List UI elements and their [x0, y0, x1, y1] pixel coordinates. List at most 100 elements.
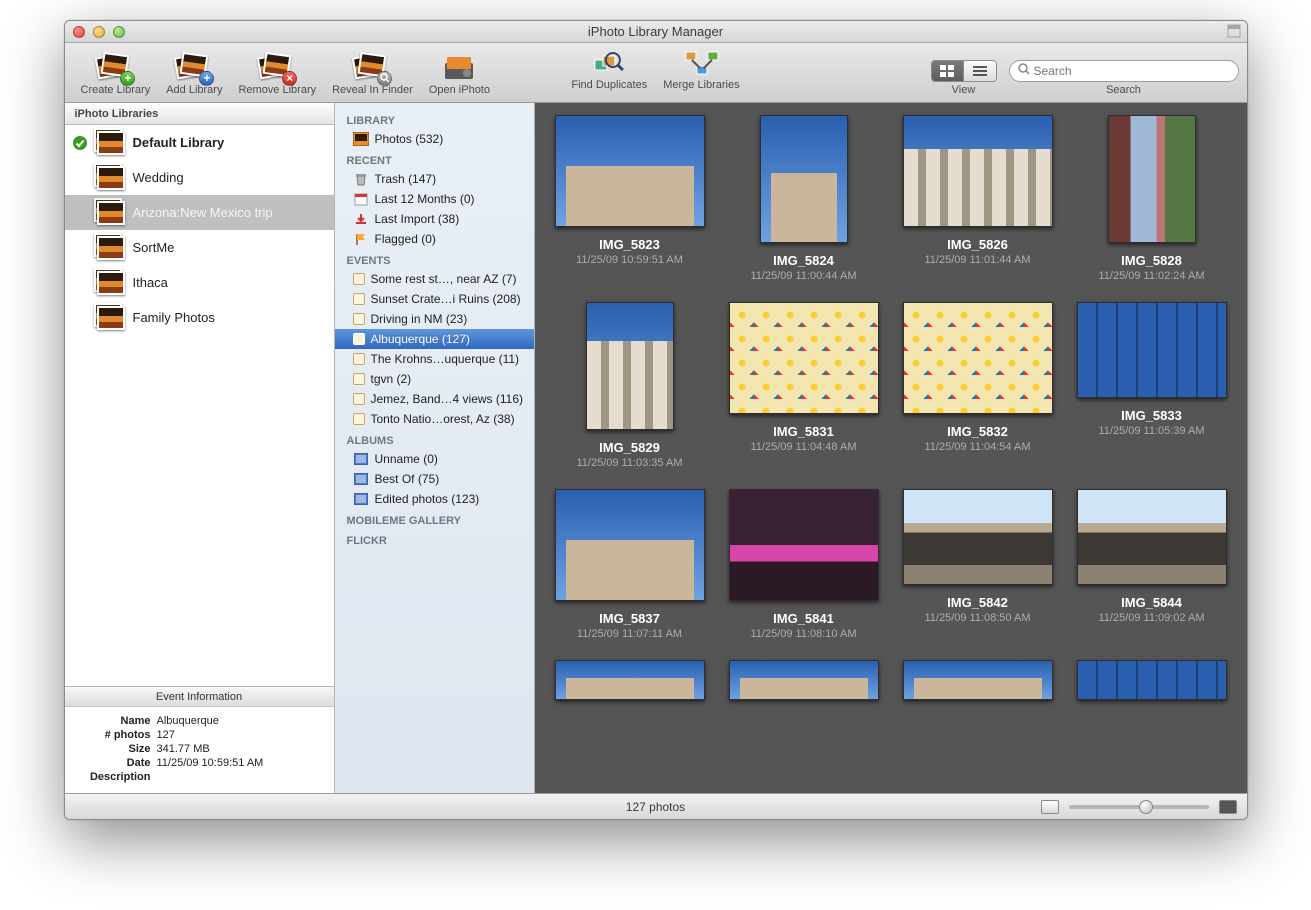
- album-icon: [353, 452, 369, 466]
- thumbnail-image: [729, 489, 879, 601]
- thumbnail-name: IMG_5824: [773, 253, 834, 268]
- library-row[interactable]: Default Library: [65, 125, 334, 160]
- album-icon: [353, 492, 369, 506]
- library-row[interactable]: Family Photos: [65, 300, 334, 335]
- search-input[interactable]: [1034, 64, 1230, 78]
- source-item-label: Photos (532): [375, 132, 444, 146]
- thumbnail-date: 11/25/09 11:01:44 AM: [924, 254, 1030, 266]
- add-library-button[interactable]: + Add Library: [158, 45, 230, 102]
- source-item[interactable]: Last Import (38): [335, 209, 534, 229]
- library-name: Ithaca: [133, 275, 168, 290]
- source-item[interactable]: Photos (532): [335, 129, 534, 149]
- zoom-slider-knob[interactable]: [1139, 800, 1153, 814]
- library-name: Wedding: [133, 170, 184, 185]
- source-item[interactable]: Tonto Natio…orest, Az (38): [335, 409, 534, 429]
- toolbar-label: Find Duplicates: [571, 79, 647, 91]
- thumbnail[interactable]: IMG_582311/25/09 10:59:51 AM: [551, 115, 709, 282]
- library-checked-icon: [71, 135, 89, 151]
- library-name: Family Photos: [133, 310, 215, 325]
- thumbnail[interactable]: [725, 660, 883, 700]
- thumbnail-image: [555, 489, 705, 601]
- thumbnail-image: [903, 115, 1053, 227]
- titlebar: iPhoto Library Manager: [65, 21, 1247, 43]
- source-item[interactable]: Jemez, Band…4 views (116): [335, 389, 534, 409]
- thumbnail[interactable]: IMG_583711/25/09 11:07:11 AM: [551, 489, 709, 640]
- thumbnail-date: 11/25/09 11:07:11 AM: [577, 628, 682, 640]
- thumbnail-image: [1077, 660, 1227, 700]
- library-row[interactable]: Ithaca: [65, 265, 334, 300]
- thumbnail[interactable]: IMG_582411/25/09 11:00:44 AM: [725, 115, 883, 282]
- source-item[interactable]: Sunset Crate…i Ruins (208): [335, 289, 534, 309]
- grid-view-button[interactable]: [932, 61, 964, 81]
- thumbnail[interactable]: IMG_583111/25/09 11:04:48 AM: [725, 302, 883, 469]
- thumbnail[interactable]: IMG_582911/25/09 11:03:35 AM: [551, 302, 709, 469]
- source-item[interactable]: Albuquerque (127): [335, 329, 534, 349]
- library-name: SortMe: [133, 240, 175, 255]
- source-item-label: Last Import (38): [375, 212, 460, 226]
- thumbnail[interactable]: IMG_583311/25/09 11:05:39 AM: [1073, 302, 1231, 469]
- thumbnail-image: [1077, 489, 1227, 585]
- source-item[interactable]: Trash (147): [335, 169, 534, 189]
- thumbnail[interactable]: IMG_582611/25/09 11:01:44 AM: [899, 115, 1057, 282]
- info-value-name: Albuquerque: [157, 715, 219, 727]
- event-checkbox-icon[interactable]: [353, 333, 365, 345]
- thumbnail-image: [555, 660, 705, 700]
- source-item[interactable]: Best Of (75): [335, 469, 534, 489]
- toolbar-label: Add Library: [166, 84, 222, 96]
- event-checkbox-icon[interactable]: [353, 413, 365, 425]
- thumbnail-name: IMG_5841: [773, 611, 834, 626]
- thumbnail-image: [903, 489, 1053, 585]
- source-item[interactable]: Edited photos (123): [335, 489, 534, 509]
- thumbnail[interactable]: IMG_584411/25/09 11:09:02 AM: [1073, 489, 1231, 640]
- statusbar: 127 photos: [65, 793, 1247, 819]
- thumbnail[interactable]: [1073, 660, 1231, 700]
- event-checkbox-icon[interactable]: [353, 313, 365, 325]
- event-checkbox-icon[interactable]: [353, 373, 365, 385]
- thumbnail-date: 11/25/09 11:04:54 AM: [924, 441, 1030, 453]
- toolbar-left-group: + Create Library + Add Library × Remove …: [73, 45, 498, 102]
- source-item[interactable]: The Krohns…uquerque (11): [335, 349, 534, 369]
- thumbnail-image: [760, 115, 848, 243]
- list-view-button[interactable]: [964, 61, 996, 81]
- view-label: View: [952, 84, 976, 96]
- source-item-label: Tonto Natio…orest, Az (38): [371, 412, 515, 426]
- source-item[interactable]: Flagged (0): [335, 229, 534, 249]
- event-checkbox-icon[interactable]: [353, 293, 365, 305]
- source-group-flickr: FLICKR: [335, 529, 534, 549]
- thumbnail[interactable]: IMG_584211/25/09 11:08:50 AM: [899, 489, 1057, 640]
- source-group-recent: RECENT: [335, 149, 534, 169]
- toolbar-toggle-icon[interactable]: [1227, 24, 1241, 38]
- source-item[interactable]: Some rest st…, near AZ (7): [335, 269, 534, 289]
- thumbnail-date: 11/25/09 11:02:24 AM: [1098, 270, 1204, 282]
- event-checkbox-icon[interactable]: [353, 393, 365, 405]
- zoom-slider[interactable]: [1069, 805, 1209, 809]
- thumbnail[interactable]: IMG_583211/25/09 11:04:54 AM: [899, 302, 1057, 469]
- thumbnail[interactable]: [899, 660, 1057, 700]
- find-duplicates-button[interactable]: Find Duplicates: [563, 45, 655, 93]
- event-checkbox-icon[interactable]: [353, 273, 365, 285]
- source-item[interactable]: Driving in NM (23): [335, 309, 534, 329]
- reveal-in-finder-button[interactable]: Reveal In Finder: [324, 45, 421, 102]
- event-checkbox-icon[interactable]: [353, 353, 365, 365]
- source-item[interactable]: tgvn (2): [335, 369, 534, 389]
- search-field[interactable]: [1009, 60, 1239, 82]
- thumbnail-name: IMG_5829: [599, 440, 660, 455]
- source-item[interactable]: Last 12 Months (0): [335, 189, 534, 209]
- library-row[interactable]: SortMe: [65, 230, 334, 265]
- thumbnail-panel[interactable]: IMG_582311/25/09 10:59:51 AMIMG_582411/2…: [535, 103, 1247, 793]
- remove-library-button[interactable]: × Remove Library: [230, 45, 324, 102]
- merge-libraries-button[interactable]: Merge Libraries: [655, 45, 747, 93]
- open-iphoto-button[interactable]: Open iPhoto: [421, 45, 498, 102]
- thumbnail-name: IMG_5823: [599, 237, 660, 252]
- info-label-name: Name: [77, 715, 157, 727]
- library-row[interactable]: Wedding: [65, 160, 334, 195]
- info-label-desc: Description: [77, 771, 157, 783]
- library-row[interactable]: Arizona:New Mexico trip: [65, 195, 334, 230]
- thumbnail-image: [1077, 302, 1227, 398]
- source-item[interactable]: Unname (0): [335, 449, 534, 469]
- thumbnail[interactable]: IMG_582811/25/09 11:02:24 AM: [1073, 115, 1231, 282]
- thumbnail[interactable]: [551, 660, 709, 700]
- library-thumb-icon: [97, 166, 125, 190]
- create-library-button[interactable]: + Create Library: [73, 45, 159, 102]
- thumbnail[interactable]: IMG_584111/25/09 11:08:10 AM: [725, 489, 883, 640]
